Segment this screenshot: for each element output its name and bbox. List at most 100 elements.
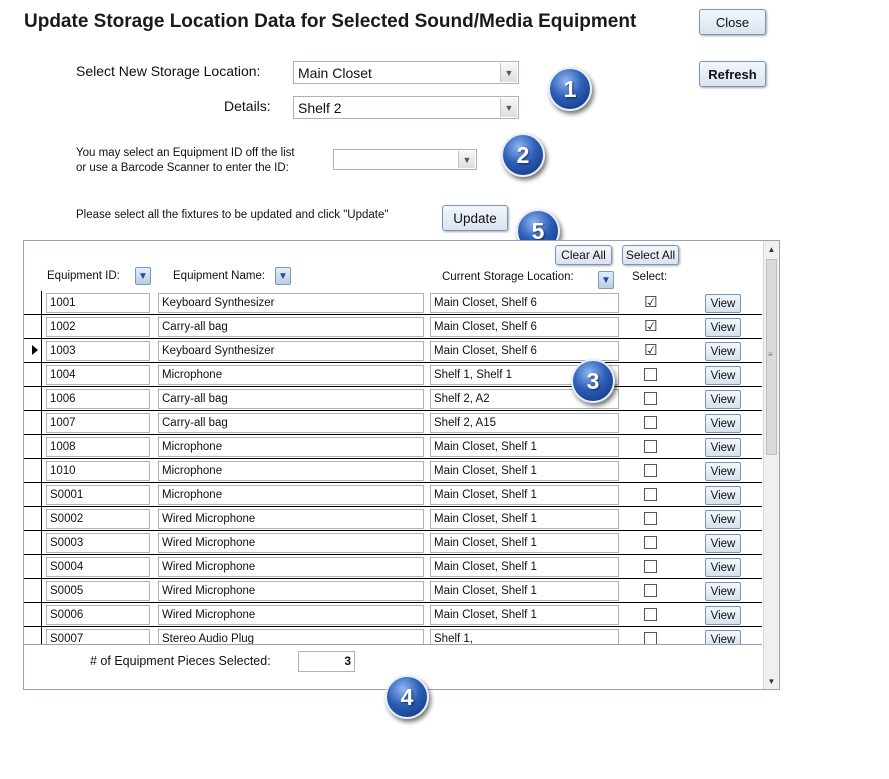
current-location-cell[interactable]: Main Closet, Shelf 1 — [430, 557, 619, 577]
table-row[interactable]: 1008 Microphone Main Closet, Shelf 1 View — [24, 435, 762, 459]
equipment-id-cell[interactable]: S0002 — [46, 509, 150, 529]
table-row[interactable]: 1003 Keyboard Synthesizer Main Closet, She… — [24, 339, 762, 363]
vertical-scrollbar[interactable]: ▲ ≡ ▼ — [763, 241, 779, 689]
view-button[interactable]: View — [705, 438, 741, 457]
select-checkbox[interactable]: ☑ — [644, 295, 657, 310]
table-row[interactable]: 1001 Keyboard Synthesizer Main Closet, She… — [24, 291, 762, 315]
storage-location-select[interactable]: Main Closet ▼ — [293, 61, 519, 84]
view-button[interactable]: View — [705, 366, 741, 385]
view-button[interactable]: View — [705, 606, 741, 625]
sort-arrow-icon[interactable]: ▼ — [598, 271, 614, 289]
record-selector[interactable] — [24, 435, 42, 459]
current-location-cell[interactable]: Main Closet, Shelf 1 — [430, 461, 619, 481]
select-checkbox[interactable]: ☑ — [644, 319, 657, 334]
current-location-cell[interactable]: Main Closet, Shelf 1 — [430, 605, 619, 625]
table-row[interactable]: 1010 Microphone Main Closet, Shelf 1 View — [24, 459, 762, 483]
equipment-id-cell[interactable]: 1002 — [46, 317, 150, 337]
close-button[interactable]: Close — [699, 9, 766, 35]
details-select[interactable]: Shelf 2 ▼ — [293, 96, 519, 119]
equipment-id-cell[interactable]: S0003 — [46, 533, 150, 553]
equipment-name-cell[interactable]: Wired Microphone — [158, 509, 424, 529]
equipment-name-cell[interactable]: Wired Microphone — [158, 533, 424, 553]
view-button[interactable]: View — [705, 486, 741, 505]
record-selector[interactable] — [24, 507, 42, 531]
select-checkbox[interactable] — [644, 368, 657, 381]
equipment-name-cell[interactable]: Carry-all bag — [158, 317, 424, 337]
equipment-name-cell[interactable]: Wired Microphone — [158, 605, 424, 625]
select-checkbox[interactable] — [644, 440, 657, 453]
equipment-id-cell[interactable]: 1007 — [46, 413, 150, 433]
table-row[interactable]: 1007 Carry-all bag Shelf 2, A15 View — [24, 411, 762, 435]
equipment-name-cell[interactable]: Microphone — [158, 461, 424, 481]
select-checkbox[interactable] — [644, 512, 657, 525]
record-selector[interactable] — [24, 387, 42, 411]
current-location-cell[interactable]: Main Closet, Shelf 1 — [430, 485, 619, 505]
current-location-cell[interactable]: Main Closet, Shelf 1 — [430, 437, 619, 457]
current-location-cell[interactable]: Main Closet, Shelf 1 — [430, 581, 619, 601]
select-checkbox[interactable] — [644, 632, 657, 644]
current-location-cell[interactable]: Main Closet, Shelf 1 — [430, 533, 619, 553]
view-button[interactable]: View — [705, 534, 741, 553]
view-button[interactable]: View — [705, 390, 741, 409]
view-button[interactable]: View — [705, 582, 741, 601]
equipment-id-cell[interactable]: S0005 — [46, 581, 150, 601]
sort-arrow-icon[interactable]: ▼ — [275, 267, 291, 285]
equipment-name-cell[interactable]: Carry-all bag — [158, 413, 424, 433]
table-row[interactable]: S0004 Wired Microphone Main Closet, Shelf … — [24, 555, 762, 579]
equipment-name-cell[interactable]: Carry-all bag — [158, 389, 424, 409]
record-selector[interactable] — [24, 459, 42, 483]
view-button[interactable]: View — [705, 462, 741, 481]
table-row[interactable]: S0005 Wired Microphone Main Closet, Shelf … — [24, 579, 762, 603]
view-button[interactable]: View — [705, 318, 741, 337]
scroll-up-icon[interactable]: ▲ — [764, 241, 779, 257]
equipment-name-cell[interactable]: Microphone — [158, 437, 424, 457]
current-location-cell[interactable]: Main Closet, Shelf 1 — [430, 509, 619, 529]
chevron-down-icon[interactable]: ▼ — [458, 151, 475, 168]
record-selector[interactable] — [24, 555, 42, 579]
equipment-id-cell[interactable]: 1003 — [46, 341, 150, 361]
table-row[interactable]: S0007 Stereo Audio Plug Shelf 1, View — [24, 627, 762, 644]
view-button[interactable]: View — [705, 294, 741, 313]
table-row[interactable]: S0006 Wired Microphone Main Closet, Shelf … — [24, 603, 762, 627]
record-selector[interactable] — [24, 531, 42, 555]
view-button[interactable]: View — [705, 630, 741, 644]
select-checkbox[interactable] — [644, 584, 657, 597]
view-button[interactable]: View — [705, 510, 741, 529]
select-checkbox[interactable] — [644, 608, 657, 621]
select-checkbox[interactable] — [644, 488, 657, 501]
view-button[interactable]: View — [705, 414, 741, 433]
equipment-id-cell[interactable]: S0007 — [46, 629, 150, 644]
current-location-cell[interactable]: Shelf 1, — [430, 629, 619, 644]
table-row[interactable]: S0001 Microphone Main Closet, Shelf 1 View — [24, 483, 762, 507]
equipment-name-cell[interactable]: Keyboard Synthesizer — [158, 293, 424, 313]
sort-arrow-icon[interactable]: ▼ — [135, 267, 151, 285]
equipment-id-cell[interactable]: 1010 — [46, 461, 150, 481]
equipment-name-cell[interactable]: Wired Microphone — [158, 557, 424, 577]
view-button[interactable]: View — [705, 342, 741, 361]
table-row[interactable]: 1002 Carry-all bag Main Closet, Shelf 6 ☑ Vi… — [24, 315, 762, 339]
select-checkbox[interactable] — [644, 560, 657, 573]
equipment-name-cell[interactable]: Microphone — [158, 485, 424, 505]
select-all-button[interactable]: Select All — [622, 245, 679, 265]
record-selector[interactable] — [24, 291, 42, 315]
select-checkbox[interactable] — [644, 464, 657, 477]
table-row[interactable]: 1006 Carry-all bag Shelf 2, A2 View — [24, 387, 762, 411]
update-button[interactable]: Update — [442, 205, 508, 231]
equipment-id-cell[interactable]: 1001 — [46, 293, 150, 313]
record-selector[interactable] — [24, 411, 42, 435]
equipment-id-cell[interactable]: 1006 — [46, 389, 150, 409]
chevron-down-icon[interactable]: ▼ — [500, 98, 517, 117]
record-selector[interactable] — [24, 603, 42, 627]
equipment-name-cell[interactable]: Wired Microphone — [158, 581, 424, 601]
select-checkbox[interactable] — [644, 392, 657, 405]
record-selector[interactable] — [24, 339, 42, 363]
chevron-down-icon[interactable]: ▼ — [500, 63, 517, 82]
equipment-id-cell[interactable]: 1004 — [46, 365, 150, 385]
current-location-cell[interactable]: Main Closet, Shelf 6 — [430, 293, 619, 313]
equipment-id-select[interactable]: ▼ — [333, 149, 477, 170]
record-selector[interactable] — [24, 315, 42, 339]
table-row[interactable]: S0003 Wired Microphone Main Closet, Shelf … — [24, 531, 762, 555]
record-selector[interactable] — [24, 483, 42, 507]
current-location-cell[interactable]: Shelf 2, A15 — [430, 413, 619, 433]
record-selector[interactable] — [24, 363, 42, 387]
